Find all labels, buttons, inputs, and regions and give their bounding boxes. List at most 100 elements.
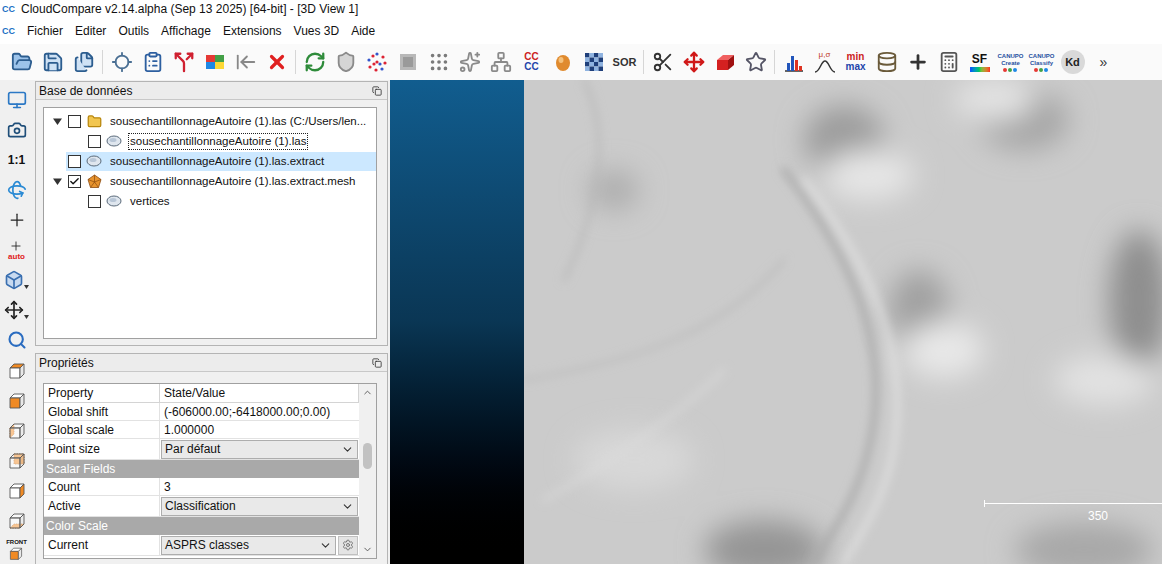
camera-icon — [7, 120, 27, 140]
property-value[interactable]: ASPRS classes — [160, 535, 359, 555]
title-bar: CCCloudCompare v2.14.alpha (Sep 13 2025)… — [0, 0, 1162, 18]
toolbar-button[interactable] — [742, 47, 769, 77]
tree-item[interactable]: sousechantillonnageAutoire (1).las (C:/U… — [44, 111, 376, 131]
menu-item[interactable]: Outils — [112, 20, 155, 42]
side-toolbar-button[interactable] — [0, 175, 33, 205]
toolbar-button[interactable] — [363, 47, 390, 77]
toolbar-button[interactable] — [201, 47, 228, 77]
toolbar-button[interactable] — [8, 47, 35, 77]
toolbar-button[interactable]: CANUPOClassify — [1028, 47, 1055, 77]
toolbar-button[interactable]: CANUPOCreate — [997, 47, 1024, 77]
gear-button[interactable] — [338, 536, 358, 555]
scale-bar: 350 — [984, 503, 1162, 525]
toolbar-button[interactable]: minmax — [842, 47, 869, 77]
toolbar-button[interactable] — [170, 47, 197, 77]
toolbar-button[interactable] — [580, 47, 607, 77]
property-value[interactable]: Classification — [160, 496, 359, 516]
menu-item[interactable]: Editer — [69, 20, 112, 42]
tree-checkbox[interactable] — [68, 115, 81, 128]
toolbar-button[interactable] — [394, 47, 421, 77]
menu-item[interactable]: Vues 3D — [288, 20, 346, 42]
properties-scrollbar[interactable] — [359, 384, 376, 558]
toolbar-button[interactable] — [680, 47, 707, 77]
toolbar-button[interactable] — [487, 47, 514, 77]
side-toolbar-button[interactable]: auto — [0, 235, 33, 265]
tree-checkbox[interactable] — [88, 135, 101, 148]
select-value: Par défaut — [165, 440, 220, 458]
tree-item[interactable]: sousechantillonnageAutoire (1).las — [44, 131, 376, 151]
toolbar-button[interactable] — [425, 47, 452, 77]
toolbar-button[interactable] — [108, 47, 135, 77]
toolbar-button[interactable] — [456, 47, 483, 77]
side-toolbar-button[interactable] — [0, 445, 33, 475]
collapse-arrow-icon[interactable] — [53, 177, 62, 186]
tree-item[interactable]: sousechantillonnageAutoire (1).las.extra… — [44, 151, 376, 171]
plugin-label: CANUPOCreate — [997, 53, 1023, 72]
toolbar-button[interactable] — [873, 47, 900, 77]
menu-item[interactable]: Extensions — [217, 20, 288, 42]
select-box[interactable]: ASPRS classes — [161, 536, 336, 555]
float-button[interactable] — [370, 356, 384, 370]
tree-checkbox[interactable] — [68, 175, 81, 188]
toolbar-button[interactable] — [70, 47, 97, 77]
select-box[interactable]: Classification — [161, 497, 358, 516]
scroll-down-button[interactable] — [359, 541, 376, 558]
toolbar-button[interactable]: CCCC — [518, 47, 545, 77]
toolbar-button[interactable] — [711, 47, 738, 77]
toolbar-button[interactable] — [332, 47, 359, 77]
tree-item[interactable]: vertices — [44, 191, 376, 211]
tool-label: SOR — [613, 57, 637, 68]
toolbar-button[interactable]: » — [1090, 47, 1117, 77]
view-cube-icon — [7, 390, 27, 410]
toolbar-button[interactable] — [232, 47, 259, 77]
toolbar-button[interactable] — [549, 47, 576, 77]
stack-label: CCCC — [524, 52, 538, 72]
side-toolbar-button[interactable] — [0, 205, 33, 235]
side-toolbar-button[interactable] — [0, 325, 33, 355]
side-toolbar-button[interactable] — [0, 85, 33, 115]
collapse-arrow-icon[interactable] — [53, 117, 62, 126]
side-toolbar-button[interactable] — [0, 115, 33, 145]
menu-item[interactable]: Aide — [345, 20, 381, 42]
toolbar-button[interactable] — [780, 47, 807, 77]
subsample-icon — [428, 51, 450, 73]
side-toolbar-button[interactable] — [0, 505, 33, 535]
tree-checkbox[interactable] — [68, 155, 81, 168]
column-header[interactable]: State/Value — [160, 384, 359, 402]
menu-item[interactable]: Fichier — [21, 20, 69, 42]
tree-checkbox[interactable] — [88, 195, 101, 208]
side-toolbar-button[interactable] — [0, 265, 33, 295]
side-toolbar-button[interactable]: 1:1 — [0, 145, 33, 175]
dock-area: Base de donnéessousechantillonnageAutoir… — [33, 80, 390, 564]
toolbar-button[interactable] — [935, 47, 962, 77]
toolbar-button[interactable] — [649, 47, 676, 77]
toolbar-button[interactable]: Kd — [1059, 47, 1086, 77]
toolbar-button[interactable]: SOR — [611, 47, 638, 77]
property-value[interactable]: Par défaut — [160, 439, 359, 459]
tree-item[interactable]: sousechantillonnageAutoire (1).las.extra… — [44, 171, 376, 191]
check-icon — [69, 176, 80, 187]
toolbar-button[interactable]: SF — [966, 47, 993, 77]
side-toolbar-button[interactable] — [0, 415, 33, 445]
toolbar-button[interactable] — [263, 47, 290, 77]
column-header[interactable]: Property — [44, 384, 160, 402]
toolbar-button[interactable] — [139, 47, 166, 77]
side-toolbar-button[interactable] — [0, 355, 33, 385]
toolbar-button[interactable] — [39, 47, 66, 77]
menu-item[interactable]: Affichage — [155, 20, 217, 42]
property-row: ActiveClassification — [44, 496, 359, 517]
scroll-thumb[interactable] — [363, 443, 372, 469]
toolbar-button[interactable] — [301, 47, 328, 77]
side-toolbar-button[interactable] — [0, 295, 33, 325]
side-toolbar-button[interactable] — [0, 385, 33, 415]
toolbar-button[interactable]: μ,σ — [811, 47, 838, 77]
terrain-view[interactable]: 350 — [524, 80, 1162, 564]
toolbar-button[interactable] — [904, 47, 931, 77]
side-toolbar-button[interactable]: FRONT — [0, 535, 33, 564]
select-box[interactable]: Par défaut — [161, 440, 358, 459]
interaction — [4, 300, 29, 320]
side-toolbar-button[interactable] — [0, 475, 33, 505]
view-3d[interactable]: 350 — [390, 80, 1162, 564]
scroll-up-button[interactable] — [359, 384, 376, 401]
float-button[interactable] — [370, 84, 384, 98]
